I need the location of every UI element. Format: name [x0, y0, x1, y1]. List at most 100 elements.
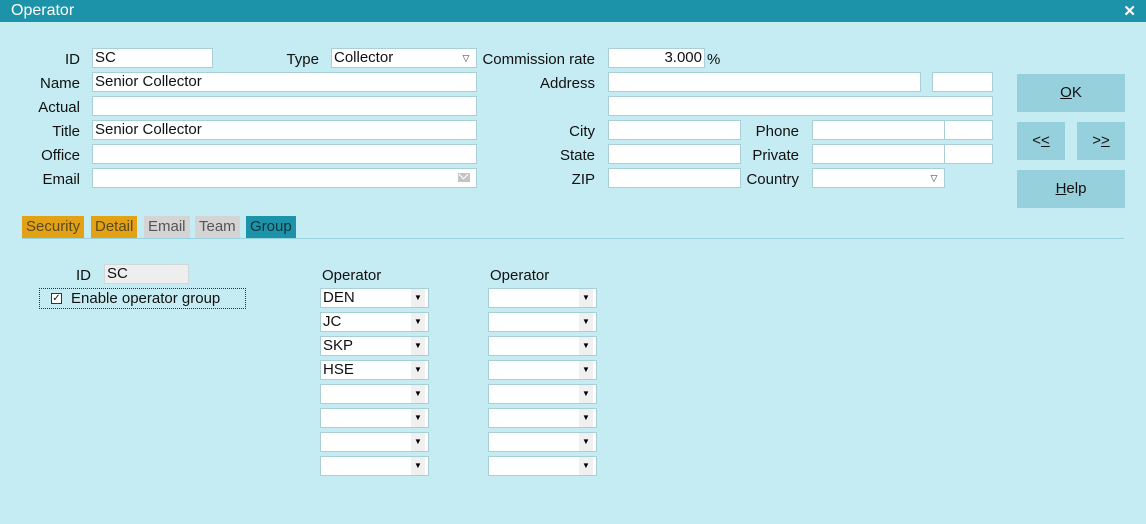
chevron-down-icon: ▼ — [579, 313, 593, 331]
group-id-field: SC — [104, 264, 189, 284]
phone-ext-field[interactable] — [944, 120, 993, 140]
help-button[interactable]: Help — [1017, 170, 1125, 208]
operator-select-col1-6[interactable]: ▼ — [320, 408, 429, 428]
tab-email[interactable]: Email — [144, 216, 190, 238]
chevron-down-icon: ▼ — [411, 433, 425, 451]
ok-button-label: K — [1071, 84, 1082, 101]
operator-select-col2-3[interactable]: ▼ — [488, 336, 597, 356]
chevron-down-icon: ▼ — [579, 361, 593, 379]
previous-button-label: < — [1032, 132, 1041, 149]
phone-field[interactable] — [812, 120, 945, 140]
help-button-label: elp — [1066, 180, 1087, 197]
operator-value: HSE — [323, 361, 354, 378]
chevron-down-icon: ▼ — [579, 337, 593, 355]
title-bar: Operator ✕ — [0, 0, 1146, 22]
email-label: Email — [42, 171, 80, 188]
type-select[interactable]: Collector ▽ — [331, 48, 477, 68]
operator-select-col1-1[interactable]: DEN ▼ — [320, 288, 429, 308]
chevron-down-icon: ▼ — [579, 385, 593, 403]
operator-select-col2-5[interactable]: ▼ — [488, 384, 597, 404]
previous-button[interactable]: << — [1017, 122, 1065, 160]
country-select[interactable]: ▽ — [812, 168, 945, 188]
commission-rate-label: Commission rate — [482, 51, 595, 68]
address-line1-field[interactable] — [608, 72, 921, 92]
office-label: Office — [41, 147, 80, 164]
chevron-down-icon: ▼ — [411, 289, 425, 307]
phone-label: Phone — [755, 123, 799, 140]
operator-select-col1-8[interactable]: ▼ — [320, 456, 429, 476]
tab-detail[interactable]: Detail — [91, 216, 138, 238]
operator-column-2-header: Operator — [490, 267, 550, 284]
title-field[interactable]: Senior Collector — [92, 120, 477, 140]
mail-icon[interactable] — [458, 173, 470, 182]
ok-button-mnemonic: O — [1060, 84, 1072, 101]
city-field[interactable] — [608, 120, 741, 140]
country-label: Country — [746, 171, 799, 188]
enable-operator-group-checkbox[interactable]: ✓ Enable operator group — [39, 288, 246, 309]
tab-security[interactable]: Security — [22, 216, 85, 238]
close-icon[interactable]: ✕ — [1123, 2, 1136, 20]
actual-label: Actual — [38, 99, 80, 116]
operator-select-col1-5[interactable]: ▼ — [320, 384, 429, 404]
operator-select-col1-3[interactable]: SKP ▼ — [320, 336, 429, 356]
percent-label: % — [707, 51, 721, 68]
chevron-down-icon: ▼ — [579, 289, 593, 307]
previous-button-mnemonic: < — [1041, 132, 1050, 149]
chevron-down-icon: ▼ — [411, 361, 425, 379]
checkbox-check-icon[interactable]: ✓ — [51, 293, 62, 304]
address-line2-field[interactable] — [608, 96, 993, 116]
id-label: ID — [65, 51, 80, 68]
name-label: Name — [39, 75, 80, 92]
email-field[interactable] — [92, 168, 477, 188]
commission-rate-field[interactable]: 3.000 — [608, 48, 705, 68]
chevron-down-icon: ▽ — [930, 173, 938, 183]
chevron-down-icon: ▼ — [579, 457, 593, 475]
tab-divider — [22, 238, 1124, 239]
ok-button[interactable]: OK — [1017, 74, 1125, 112]
private-field[interactable] — [812, 144, 945, 164]
operator-value: JC — [323, 313, 342, 330]
title-label: Title — [52, 123, 80, 140]
office-field[interactable] — [92, 144, 477, 164]
actual-field[interactable] — [92, 96, 477, 116]
chevron-down-icon: ▼ — [411, 313, 425, 331]
operator-select-col2-4[interactable]: ▼ — [488, 360, 597, 380]
operator-select-col1-4[interactable]: HSE ▼ — [320, 360, 429, 380]
chevron-down-icon: ▼ — [411, 457, 425, 475]
address-label: Address — [539, 75, 595, 92]
operator-value: DEN — [323, 289, 355, 306]
city-label: City — [569, 123, 595, 140]
group-id-label: ID — [76, 267, 91, 284]
tab-team[interactable]: Team — [195, 216, 240, 238]
private-label: Private — [752, 147, 799, 164]
type-label: Type — [286, 51, 319, 68]
operator-select-col2-2[interactable]: ▼ — [488, 312, 597, 332]
next-button[interactable]: >> — [1077, 122, 1125, 160]
next-button-mnemonic: > — [1101, 132, 1110, 149]
operator-column-1-header: Operator — [322, 267, 382, 284]
chevron-down-icon: ▽ — [462, 53, 470, 63]
operator-select-col2-1[interactable]: ▼ — [488, 288, 597, 308]
zip-label: ZIP — [571, 171, 595, 188]
chevron-down-icon: ▼ — [411, 337, 425, 355]
id-field[interactable]: SC — [92, 48, 213, 68]
operator-select-col1-2[interactable]: JC ▼ — [320, 312, 429, 332]
type-value: Collector — [334, 49, 394, 66]
name-field[interactable]: Senior Collector — [92, 72, 477, 92]
chevron-down-icon: ▼ — [411, 409, 425, 427]
private-ext-field[interactable] — [944, 144, 993, 164]
operator-select-col2-6[interactable]: ▼ — [488, 408, 597, 428]
operator-value: SKP — [323, 337, 354, 354]
zip-field[interactable] — [608, 168, 741, 188]
chevron-down-icon: ▼ — [579, 409, 593, 427]
enable-operator-group-label: Enable operator group — [71, 290, 221, 307]
operator-select-col2-8[interactable]: ▼ — [488, 456, 597, 476]
state-field[interactable] — [608, 144, 741, 164]
operator-select-col2-7[interactable]: ▼ — [488, 432, 597, 452]
address-extra-field[interactable] — [932, 72, 993, 92]
operator-select-col1-7[interactable]: ▼ — [320, 432, 429, 452]
window-title: Operator — [11, 2, 75, 19]
tab-group[interactable]: Group — [246, 216, 296, 238]
chevron-down-icon: ▼ — [411, 385, 425, 403]
chevron-down-icon: ▼ — [579, 433, 593, 451]
